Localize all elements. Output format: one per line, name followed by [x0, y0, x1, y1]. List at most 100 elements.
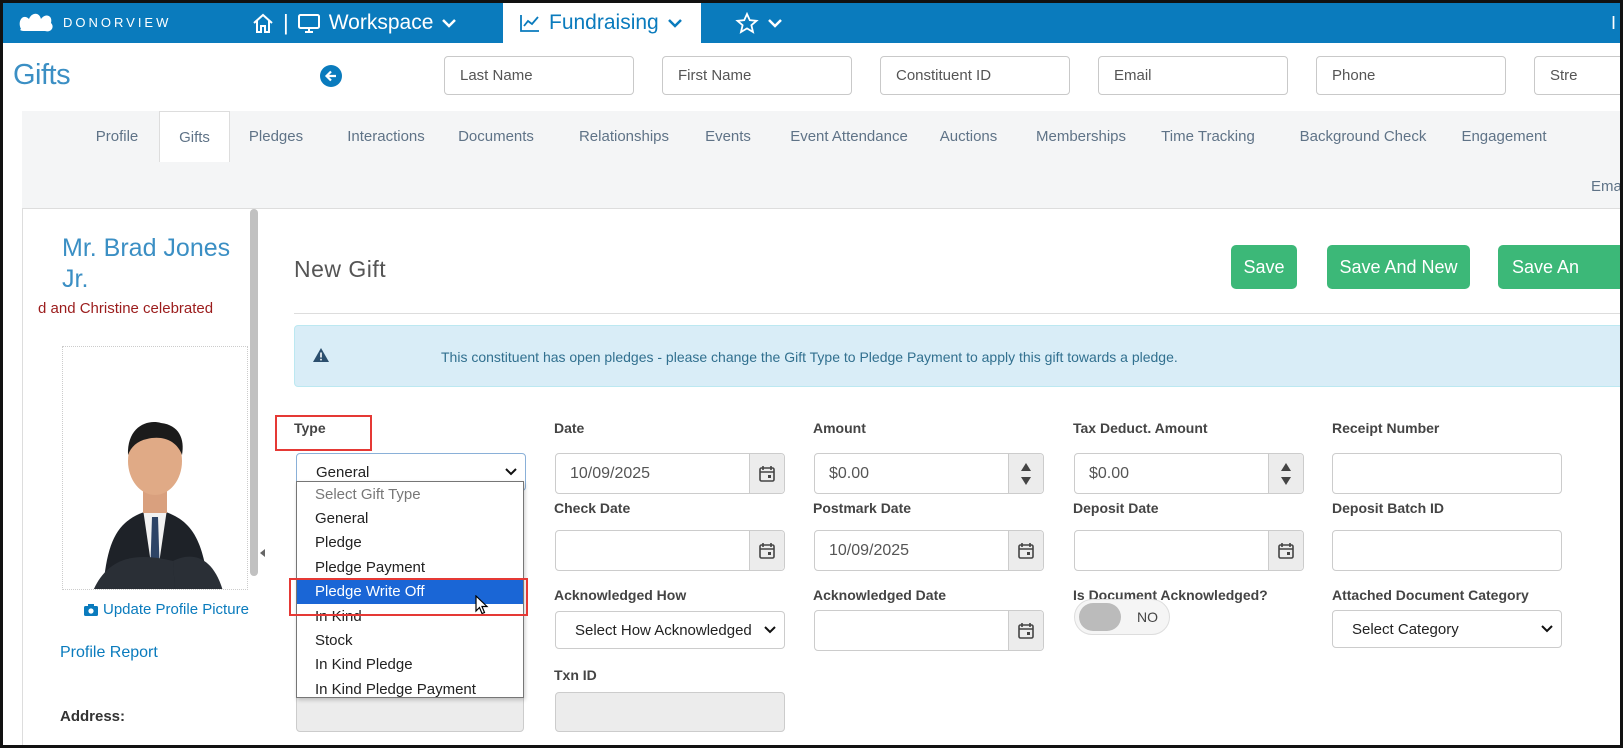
stepper-down-icon[interactable] [1021, 476, 1031, 485]
chevron-down-icon [505, 468, 517, 476]
date-picker-button[interactable] [749, 454, 784, 493]
star-icon [735, 12, 759, 34]
date-picker-button[interactable] [1008, 531, 1043, 570]
tab-events[interactable]: Events [691, 111, 765, 161]
tab-documents[interactable]: Documents [446, 111, 546, 161]
save-and-close-button[interactable]: Save An [1498, 245, 1620, 289]
calendar-icon [1278, 542, 1294, 559]
ack-how-select[interactable]: Select How Acknowledged [555, 611, 785, 649]
deposit-date-label: Deposit Date [1073, 500, 1159, 516]
ack-how-value: Select How Acknowledged [575, 621, 752, 639]
sidebar-scrollbar[interactable] [250, 209, 258, 576]
phone-input[interactable] [1316, 56, 1506, 95]
save-and-new-button[interactable]: Save And New [1327, 245, 1470, 289]
deposit-batch-label: Deposit Batch ID [1332, 500, 1445, 516]
gift-type-option[interactable]: General [297, 506, 523, 530]
favorites-nav[interactable] [735, 3, 783, 43]
tab-relationships[interactable]: Relationships [561, 111, 687, 161]
home-icon [253, 13, 273, 33]
logo[interactable]: DONORVIEW [17, 11, 171, 33]
doc-ack-toggle[interactable]: NO [1074, 599, 1170, 635]
camera-icon [84, 603, 98, 616]
chevron-down-icon [442, 19, 457, 28]
calendar-icon [759, 465, 775, 482]
chevron-down-icon [667, 19, 682, 28]
tab-email-partial[interactable]: Ema [1591, 161, 1620, 211]
tax-deduct-field[interactable]: $0.00 [1074, 453, 1304, 494]
postmark-date-field[interactable]: 10/09/2025 [814, 530, 1044, 571]
fundraising-nav[interactable]: Fundraising [503, 3, 701, 43]
tab-profile[interactable]: Profile [81, 111, 153, 161]
chevron-down-icon [1541, 625, 1553, 633]
receipt-number-label: Receipt Number [1332, 420, 1440, 436]
collapse-arrow-icon[interactable] [260, 549, 265, 557]
stepper-down-icon[interactable] [1281, 476, 1291, 485]
chevron-down-icon [768, 19, 782, 28]
tax-deduct-value: $0.00 [1089, 464, 1130, 482]
save-button[interactable]: Save [1231, 245, 1297, 289]
top-navbar: DONORVIEW | Workspace Fundraising I [3, 3, 1620, 43]
last-name-input[interactable] [444, 56, 634, 95]
toggle-knob [1079, 603, 1121, 631]
logo-icon [19, 13, 53, 32]
street-input[interactable] [1534, 56, 1620, 95]
monitor-icon [297, 14, 320, 33]
date-field[interactable]: 10/09/2025 [555, 453, 785, 494]
page-title: Gifts [13, 59, 71, 91]
workspace-nav[interactable]: | Workspace [251, 3, 457, 43]
date-picker-button[interactable] [749, 531, 784, 570]
email-input[interactable] [1098, 56, 1288, 95]
first-name-input[interactable] [662, 56, 852, 95]
check-date-field[interactable] [555, 530, 785, 571]
tab-time-tracking[interactable]: Time Tracking [1151, 111, 1265, 161]
logo-text: DONORVIEW [63, 14, 172, 30]
chart-line-icon [520, 15, 539, 32]
fundraising-label: Fundraising [549, 11, 659, 34]
tab-interactions[interactable]: Interactions [328, 111, 444, 161]
ack-how-label: Acknowledged How [554, 587, 687, 603]
calendar-icon [1018, 542, 1034, 559]
gift-type-value: General [316, 463, 370, 481]
tab-pledges[interactable]: Pledges [237, 111, 315, 161]
constituent-note: d and Christine celebrated [38, 300, 214, 317]
date-label: Date [554, 420, 585, 436]
annotation-box-type [275, 415, 372, 451]
date-picker-button[interactable] [1008, 611, 1043, 650]
arrow-left-icon [324, 70, 336, 82]
stepper-up-icon[interactable] [1281, 462, 1291, 471]
annotation-box-pledge-write-off [289, 578, 528, 616]
tab-memberships[interactable]: Memberships [1023, 111, 1139, 161]
tab-gifts[interactable]: Gifts [159, 111, 230, 162]
app-window: DONORVIEW | Workspace Fundraising I Gift… [0, 0, 1623, 748]
gift-type-option[interactable]: Select Gift Type [297, 482, 523, 506]
receipt-number-input[interactable] [1332, 453, 1562, 494]
deposit-date-field[interactable] [1074, 530, 1304, 571]
date-picker-button[interactable] [1268, 531, 1303, 570]
amount-stepper[interactable] [1008, 454, 1043, 493]
gift-type-option[interactable]: In Kind Pledge [297, 653, 523, 677]
constituent-id-input[interactable] [880, 56, 1070, 95]
user-menu-partial[interactable]: I [1611, 3, 1616, 43]
update-profile-picture-link[interactable]: Update Profile Picture [84, 601, 249, 618]
ack-date-label: Acknowledged Date [813, 587, 947, 603]
tab-engagement[interactable]: Engagement [1444, 111, 1564, 161]
doc-category-label: Attached Document Category [1332, 587, 1529, 603]
person-photo-image [94, 422, 223, 589]
back-button[interactable] [320, 65, 342, 87]
tab-auctions[interactable]: Auctions [922, 111, 1015, 161]
tax-deduct-stepper[interactable] [1268, 454, 1303, 493]
gift-type-option[interactable]: Stock [297, 628, 523, 652]
gift-type-option[interactable]: Pledge Payment [297, 555, 523, 579]
check-date-label: Check Date [554, 500, 631, 516]
doc-category-select[interactable]: Select Category [1332, 610, 1562, 648]
profile-report-link[interactable]: Profile Report [60, 644, 158, 662]
tab-background-check[interactable]: Background Check [1287, 111, 1439, 161]
postmark-date-value: 10/09/2025 [829, 541, 910, 559]
gift-type-option[interactable]: In Kind Pledge Payment [297, 677, 523, 701]
gift-type-option[interactable]: Pledge [297, 531, 523, 555]
ack-date-field[interactable] [814, 610, 1044, 651]
deposit-batch-input[interactable] [1332, 530, 1562, 571]
stepper-up-icon[interactable] [1021, 462, 1031, 471]
amount-field[interactable]: $0.00 [814, 453, 1044, 494]
tab-event-attendance[interactable]: Event Attendance [779, 111, 919, 161]
